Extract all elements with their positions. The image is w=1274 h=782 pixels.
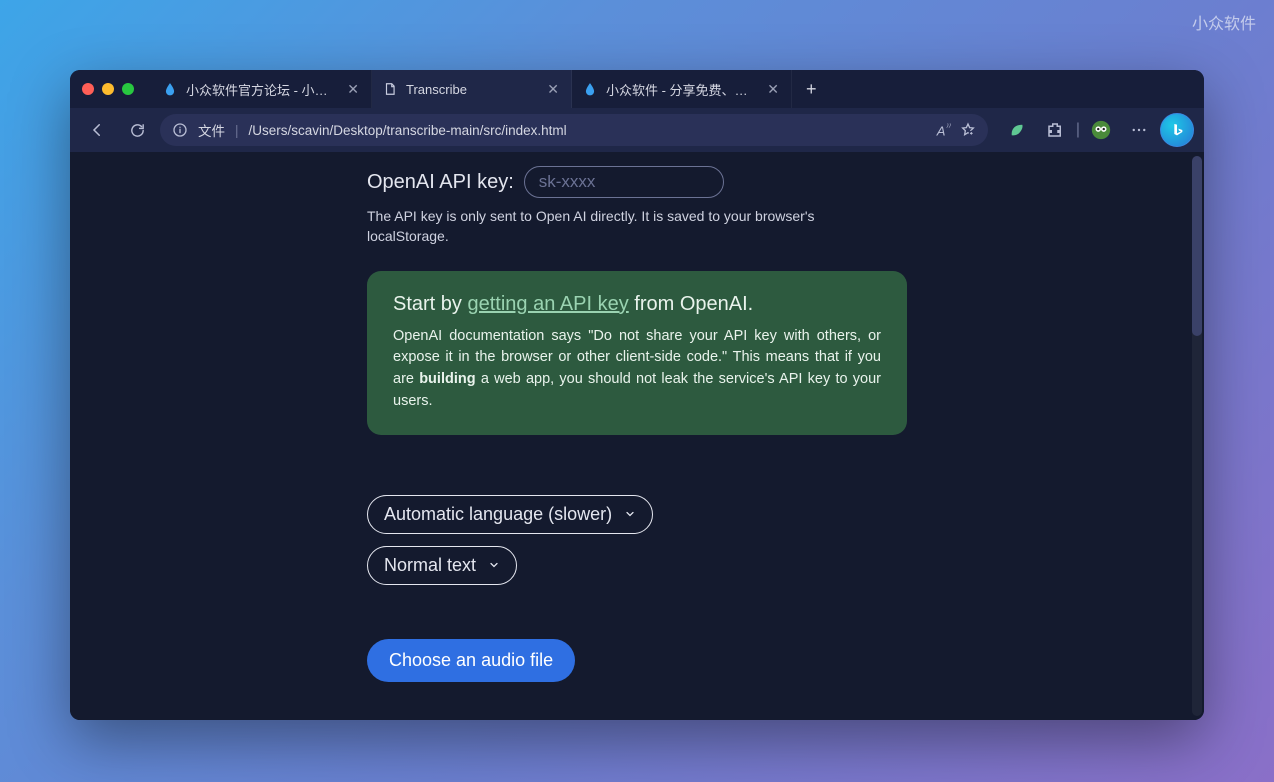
api-key-label: OpenAI API key: <box>367 171 514 194</box>
maximize-window-button[interactable] <box>122 83 134 95</box>
profile-avatar-icon[interactable] <box>1084 113 1118 147</box>
tab-strip: 小众软件官方论坛 - 小众软件 ✕ Transcribe ✕ 小众软件 - 分享… <box>152 70 831 108</box>
choose-audio-file-button[interactable]: Choose an audio file <box>367 639 575 682</box>
info-icon[interactable] <box>172 122 188 138</box>
toolbar-right-icons: | <box>1000 113 1194 147</box>
close-window-button[interactable] <box>82 83 94 95</box>
document-icon <box>382 81 398 97</box>
drop-icon <box>162 81 178 97</box>
tab-appinn-forum[interactable]: 小众软件官方论坛 - 小众软件 ✕ <box>152 70 372 108</box>
close-tab-icon[interactable]: ✕ <box>545 81 561 98</box>
drop-icon <box>582 81 598 97</box>
browser-titlebar: 小众软件官方论坛 - 小众软件 ✕ Transcribe ✕ 小众软件 - 分享… <box>70 70 1204 108</box>
page-content: OpenAI API key: The API key is only sent… <box>70 152 1204 720</box>
language-select[interactable]: Automatic language (slower) <box>367 495 653 534</box>
get-api-key-link[interactable]: getting an API key <box>467 293 628 315</box>
api-key-help-text: The API key is only sent to Open AI dire… <box>367 206 827 247</box>
tab-title: 小众软件 - 分享免费、小巧、实用 <box>606 80 757 99</box>
address-url: /Users/scavin/Desktop/transcribe-main/sr… <box>249 123 927 138</box>
favorite-star-icon[interactable] <box>960 122 976 138</box>
traffic-lights <box>82 83 134 95</box>
back-button[interactable] <box>80 113 114 147</box>
chevron-down-icon <box>488 559 500 571</box>
bing-chat-button[interactable] <box>1160 113 1194 147</box>
address-bar[interactable]: 文件 | /Users/scavin/Desktop/transcribe-ma… <box>160 114 988 146</box>
new-tab-button[interactable]: + <box>792 70 831 108</box>
tab-title: 小众软件官方论坛 - 小众软件 <box>186 80 337 99</box>
address-prefix: 文件 <box>198 120 225 140</box>
close-tab-icon[interactable]: ✕ <box>345 81 361 98</box>
minimize-window-button[interactable] <box>102 83 114 95</box>
tab-transcribe[interactable]: Transcribe ✕ <box>372 70 572 108</box>
reload-button[interactable] <box>120 113 154 147</box>
browser-toolbar: 文件 | /Users/scavin/Desktop/transcribe-ma… <box>70 108 1204 152</box>
tab-appinn-home[interactable]: 小众软件 - 分享免费、小巧、实用 ✕ <box>572 70 792 108</box>
info-title: Start by getting an API key from OpenAI. <box>393 293 881 316</box>
read-aloud-icon[interactable]: A⁾⁾ <box>937 122 950 138</box>
address-separator: | <box>235 123 239 138</box>
tab-title: Transcribe <box>406 82 537 97</box>
close-tab-icon[interactable]: ✕ <box>765 81 781 98</box>
info-body: OpenAI documentation says "Do not share … <box>393 326 881 413</box>
info-callout: Start by getting an API key from OpenAI.… <box>367 271 907 435</box>
api-key-input[interactable] <box>524 166 724 198</box>
extensions-icon[interactable] <box>1038 113 1072 147</box>
browser-window: 小众软件官方论坛 - 小众软件 ✕ Transcribe ✕ 小众软件 - 分享… <box>70 70 1204 720</box>
more-menu-icon[interactable] <box>1122 113 1156 147</box>
watermark-text: 小众软件 <box>1192 10 1256 34</box>
text-format-select[interactable]: Normal text <box>367 546 517 585</box>
scrollbar-thumb[interactable] <box>1192 156 1202 336</box>
chevron-down-icon <box>624 508 636 520</box>
leaf-icon[interactable] <box>1000 113 1034 147</box>
